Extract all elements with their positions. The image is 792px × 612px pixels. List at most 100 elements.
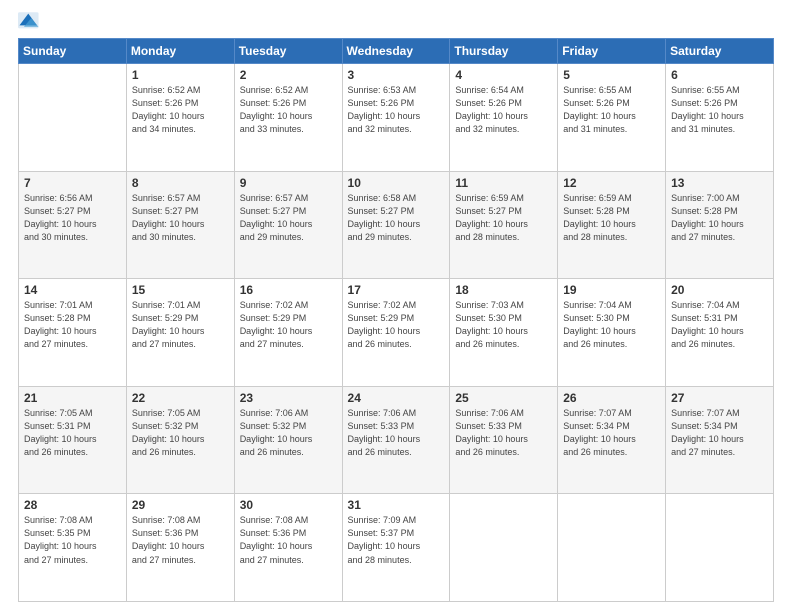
calendar-cell: 31 Sunrise: 7:09 AMSunset: 5:37 PMDayligh… [342,494,450,602]
day-number: 19 [563,283,660,297]
calendar-table: Sunday Monday Tuesday Wednesday Thursday… [18,38,774,602]
day-info: Sunrise: 7:05 AMSunset: 5:31 PMDaylight:… [24,407,121,459]
day-info: Sunrise: 6:57 AMSunset: 5:27 PMDaylight:… [240,192,337,244]
day-number: 9 [240,176,337,190]
day-number: 21 [24,391,121,405]
col-wednesday: Wednesday [342,39,450,64]
calendar-cell: 26 Sunrise: 7:07 AMSunset: 5:34 PMDayligh… [558,386,666,494]
logo-icon [18,12,40,30]
day-info: Sunrise: 6:53 AMSunset: 5:26 PMDaylight:… [348,84,445,136]
col-saturday: Saturday [666,39,774,64]
day-info: Sunrise: 7:01 AMSunset: 5:29 PMDaylight:… [132,299,229,351]
col-sunday: Sunday [19,39,127,64]
day-number: 24 [348,391,445,405]
calendar-cell: 17 Sunrise: 7:02 AMSunset: 5:29 PMDayligh… [342,279,450,387]
calendar-cell: 30 Sunrise: 7:08 AMSunset: 5:36 PMDayligh… [234,494,342,602]
day-info: Sunrise: 7:05 AMSunset: 5:32 PMDaylight:… [132,407,229,459]
day-info: Sunrise: 6:52 AMSunset: 5:26 PMDaylight:… [132,84,229,136]
calendar-cell: 15 Sunrise: 7:01 AMSunset: 5:29 PMDayligh… [126,279,234,387]
day-number: 16 [240,283,337,297]
calendar-cell: 3 Sunrise: 6:53 AMSunset: 5:26 PMDaylight… [342,64,450,172]
calendar-cell: 13 Sunrise: 7:00 AMSunset: 5:28 PMDayligh… [666,171,774,279]
calendar-cell: 28 Sunrise: 7:08 AMSunset: 5:35 PMDayligh… [19,494,127,602]
day-info: Sunrise: 7:09 AMSunset: 5:37 PMDaylight:… [348,514,445,566]
day-number: 10 [348,176,445,190]
day-info: Sunrise: 7:02 AMSunset: 5:29 PMDaylight:… [348,299,445,351]
day-number: 6 [671,68,768,82]
day-number: 20 [671,283,768,297]
day-info: Sunrise: 7:07 AMSunset: 5:34 PMDaylight:… [563,407,660,459]
calendar-cell: 9 Sunrise: 6:57 AMSunset: 5:27 PMDaylight… [234,171,342,279]
calendar-cell: 6 Sunrise: 6:55 AMSunset: 5:26 PMDaylight… [666,64,774,172]
day-info: Sunrise: 7:04 AMSunset: 5:30 PMDaylight:… [563,299,660,351]
day-info: Sunrise: 6:55 AMSunset: 5:26 PMDaylight:… [671,84,768,136]
day-info: Sunrise: 6:52 AMSunset: 5:26 PMDaylight:… [240,84,337,136]
col-monday: Monday [126,39,234,64]
calendar-cell: 11Sunrise: 6:59 AMSunset: 5:27 PMDayligh… [450,171,558,279]
day-number: 2 [240,68,337,82]
calendar-cell: 8 Sunrise: 6:57 AMSunset: 5:27 PMDaylight… [126,171,234,279]
calendar-cell: 19 Sunrise: 7:04 AMSunset: 5:30 PMDayligh… [558,279,666,387]
day-info: Sunrise: 7:02 AMSunset: 5:29 PMDaylight:… [240,299,337,351]
calendar-cell: 27 Sunrise: 7:07 AMSunset: 5:34 PMDayligh… [666,386,774,494]
day-info: Sunrise: 7:06 AMSunset: 5:32 PMDaylight:… [240,407,337,459]
day-info: Sunrise: 7:00 AMSunset: 5:28 PMDaylight:… [671,192,768,244]
day-number: 3 [348,68,445,82]
day-info: Sunrise: 7:06 AMSunset: 5:33 PMDaylight:… [348,407,445,459]
day-number: 18 [455,283,552,297]
calendar-cell: 24 Sunrise: 7:06 AMSunset: 5:33 PMDayligh… [342,386,450,494]
col-thursday: Thursday [450,39,558,64]
day-info: Sunrise: 6:56 AMSunset: 5:27 PMDaylight:… [24,192,121,244]
day-info: Sunrise: 6:57 AMSunset: 5:27 PMDaylight:… [132,192,229,244]
day-info: Sunrise: 7:08 AMSunset: 5:36 PMDaylight:… [240,514,337,566]
col-tuesday: Tuesday [234,39,342,64]
day-number: 26 [563,391,660,405]
calendar-cell [19,64,127,172]
day-info: Sunrise: 6:55 AMSunset: 5:26 PMDaylight:… [563,84,660,136]
calendar-week-2: 7Sunrise: 6:56 AMSunset: 5:27 PMDaylight… [19,171,774,279]
day-number: 23 [240,391,337,405]
calendar-cell [558,494,666,602]
calendar-cell [450,494,558,602]
calendar-cell: 4 Sunrise: 6:54 AMSunset: 5:26 PMDaylight… [450,64,558,172]
day-info: Sunrise: 7:07 AMSunset: 5:34 PMDaylight:… [671,407,768,459]
day-number: 25 [455,391,552,405]
calendar-cell: 18 Sunrise: 7:03 AMSunset: 5:30 PMDayligh… [450,279,558,387]
calendar-cell: 29Sunrise: 7:08 AMSunset: 5:36 PMDayligh… [126,494,234,602]
day-number: 14 [24,283,121,297]
day-number: 8 [132,176,229,190]
day-number: 4 [455,68,552,82]
day-info: Sunrise: 7:03 AMSunset: 5:30 PMDaylight:… [455,299,552,351]
header-row: Sunday Monday Tuesday Wednesday Thursday… [19,39,774,64]
calendar-cell: 20 Sunrise: 7:04 AMSunset: 5:31 PMDayligh… [666,279,774,387]
day-number: 12 [563,176,660,190]
calendar-cell: 21 Sunrise: 7:05 AMSunset: 5:31 PMDayligh… [19,386,127,494]
calendar-cell: 22 Sunrise: 7:05 AMSunset: 5:32 PMDayligh… [126,386,234,494]
day-info: Sunrise: 6:58 AMSunset: 5:27 PMDaylight:… [348,192,445,244]
day-number: 22 [132,391,229,405]
calendar-week-3: 14Sunrise: 7:01 AMSunset: 5:28 PMDayligh… [19,279,774,387]
day-number: 27 [671,391,768,405]
day-number: 13 [671,176,768,190]
day-number: 5 [563,68,660,82]
day-info: Sunrise: 7:04 AMSunset: 5:31 PMDaylight:… [671,299,768,351]
day-number: 1 [132,68,229,82]
day-number: 30 [240,498,337,512]
logo [18,10,42,30]
day-number: 28 [24,498,121,512]
calendar-cell: 2 Sunrise: 6:52 AMSunset: 5:26 PMDaylight… [234,64,342,172]
calendar-cell: 1 Sunrise: 6:52 AMSunset: 5:26 PMDaylight… [126,64,234,172]
day-number: 31 [348,498,445,512]
day-info: Sunrise: 6:59 AMSunset: 5:27 PMDaylight:… [455,192,552,244]
calendar-week-1: 1 Sunrise: 6:52 AMSunset: 5:26 PMDaylight… [19,64,774,172]
day-info: Sunrise: 7:08 AMSunset: 5:35 PMDaylight:… [24,514,121,566]
calendar-cell: 5 Sunrise: 6:55 AMSunset: 5:26 PMDaylight… [558,64,666,172]
calendar-cell: 16 Sunrise: 7:02 AMSunset: 5:29 PMDayligh… [234,279,342,387]
calendar-week-4: 21 Sunrise: 7:05 AMSunset: 5:31 PMDayligh… [19,386,774,494]
day-info: Sunrise: 6:54 AMSunset: 5:26 PMDaylight:… [455,84,552,136]
calendar-cell: 12Sunrise: 6:59 AMSunset: 5:28 PMDayligh… [558,171,666,279]
day-number: 15 [132,283,229,297]
col-friday: Friday [558,39,666,64]
day-number: 17 [348,283,445,297]
calendar-cell: 23 Sunrise: 7:06 AMSunset: 5:32 PMDayligh… [234,386,342,494]
